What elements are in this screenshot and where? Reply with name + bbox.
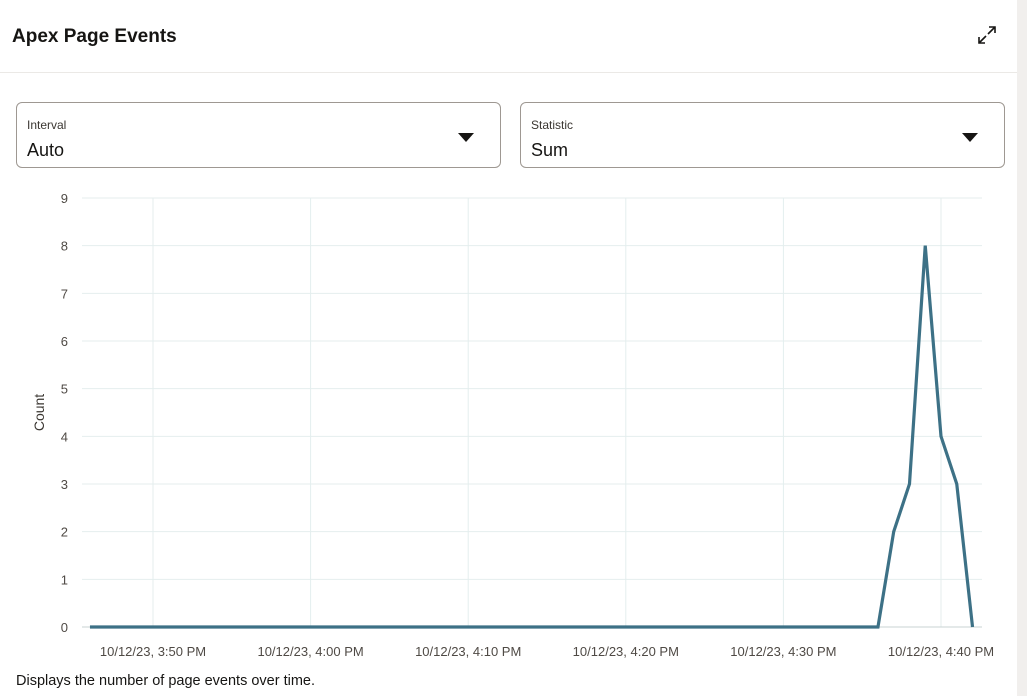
- y-tick-label: 7: [61, 286, 68, 301]
- y-tick-label: 6: [61, 334, 68, 349]
- y-tick-label: 9: [61, 191, 68, 206]
- panel-header: Apex Page Events: [0, 0, 1017, 73]
- statistic-label: Statistic: [531, 118, 574, 132]
- y-tick-label: 1: [61, 572, 68, 587]
- y-tick-label: 5: [61, 382, 68, 397]
- x-tick-label: 10/12/23, 4:00 PM: [257, 644, 363, 659]
- caret-down-icon: [962, 133, 978, 142]
- x-tick-label: 10/12/23, 4:10 PM: [415, 644, 521, 659]
- statistic-select[interactable]: Statistic Sum: [520, 102, 1005, 168]
- y-tick-label: 8: [61, 239, 68, 254]
- x-tick-label: 10/12/23, 4:20 PM: [573, 644, 679, 659]
- y-tick-label: 2: [61, 525, 68, 540]
- expand-icon: [978, 26, 996, 44]
- events-line-chart: 0 1 2 3 4 5 6 7 8 9 10/12/23, 3:50 PM 10/12/23, 4:0…: [31, 191, 994, 659]
- apex-page-events-panel: Apex Page Events Interval Auto Statistic…: [0, 0, 1017, 696]
- scrollbar-track[interactable]: [1017, 0, 1027, 696]
- chart-description: Displays the number of page events over …: [16, 673, 316, 689]
- y-tick-label: 0: [61, 620, 68, 635]
- page-title: Apex Page Events: [12, 26, 177, 47]
- x-tick-label: 10/12/23, 3:50 PM: [100, 644, 206, 659]
- interval-label: Interval: [27, 118, 67, 132]
- statistic-value: Sum: [531, 140, 569, 160]
- y-tick-label: 3: [61, 477, 68, 492]
- interval-select[interactable]: Interval Auto: [16, 102, 501, 168]
- y-axis-title: Count: [31, 394, 47, 431]
- caret-down-icon: [458, 133, 474, 142]
- y-tick-label: 4: [61, 429, 68, 444]
- expand-button[interactable]: [970, 20, 1004, 50]
- x-tick-label: 10/12/23, 4:30 PM: [730, 644, 836, 659]
- interval-value: Auto: [27, 140, 65, 160]
- x-tick-label: 10/12/23, 4:40 PM: [888, 644, 994, 659]
